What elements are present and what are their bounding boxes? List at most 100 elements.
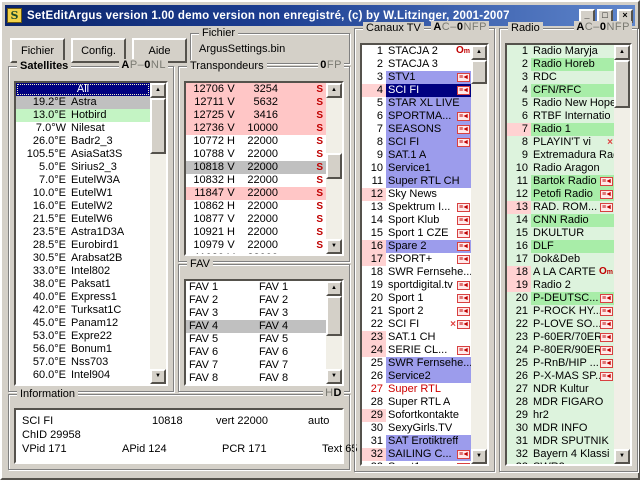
satellite-row[interactable]: 53.0°E Expre22 — [16, 330, 150, 343]
transponder-row[interactable]: 11847 V 22000 S — [186, 187, 326, 200]
scroll-up-icon[interactable]: ▲ — [614, 45, 630, 60]
radio-channel-row[interactable]: 7 Radio 1 — [507, 123, 614, 136]
fav-row[interactable]: FAV 3 FAV 3 — [186, 307, 326, 320]
tv-channel-row[interactable]: 29 Sofortkontakte — [362, 409, 471, 422]
fav-row[interactable]: FAV 6 FAV 6 — [186, 346, 326, 359]
radio-channel-row[interactable]: 2 Radio Horeb — [507, 58, 614, 71]
scroll-up-icon[interactable]: ▲ — [326, 83, 342, 98]
transponder-row[interactable]: 10862 H 22000 S — [186, 200, 326, 213]
fav-scrollbar[interactable]: ▲ ▼ — [326, 281, 342, 384]
satellite-row[interactable]: 105.5°E AsiaSat3S — [16, 148, 150, 161]
satellite-row[interactable]: 16.0°E EutelW2 — [16, 200, 150, 213]
satellite-row[interactable]: 13.0°E Hotbird — [16, 109, 150, 122]
radio-channel-row[interactable]: 25 P-RnB/HIP ... ≡◄ — [507, 357, 614, 370]
transponder-row[interactable]: 10877 V 22000 S — [186, 213, 326, 226]
tv-channel-row[interactable]: 21 Sport 2 ≡◄ — [362, 305, 471, 318]
radio-channel-row[interactable]: 21 P-ROCK HY... ≡◄ — [507, 305, 614, 318]
tv-channel-row[interactable]: 13 Spektrum I... ≡◄ — [362, 201, 471, 214]
transponders-scrollbar[interactable]: ▲ ▼ — [326, 83, 342, 254]
tv-channel-row[interactable]: 12 Sky News — [362, 188, 471, 201]
tv-channel-row[interactable]: 17 SPORT+ ≡◄ — [362, 253, 471, 266]
scrollbar-thumb[interactable] — [614, 60, 630, 108]
radio-channel-row[interactable]: 6 RTBF Internatio — [507, 110, 614, 123]
radio-channel-row[interactable]: 17 Dok&Deb — [507, 253, 614, 266]
satellites-scrollbar[interactable]: ▲ ▼ — [150, 83, 166, 384]
tv-channel-row[interactable]: 4 SCI FI ≡◄ — [362, 84, 471, 97]
satellite-row[interactable]: All — [16, 83, 150, 96]
satellite-row[interactable]: 57.0°E Nss703 — [16, 356, 150, 369]
transponder-row[interactable]: 10788 V 22000 S — [186, 148, 326, 161]
radio-channel-row[interactable]: 22 P-LOVE SO... ≡◄ — [507, 318, 614, 331]
transponder-row[interactable]: 10832 H 22000 S — [186, 174, 326, 187]
scrollbar-thumb[interactable] — [326, 153, 342, 179]
radio-channel-row[interactable]: 4 CFN/RFC — [507, 84, 614, 97]
scrollbar-thumb[interactable] — [471, 60, 487, 84]
scroll-down-icon[interactable]: ▼ — [326, 369, 342, 384]
radio-channel-row[interactable]: 16 DLF — [507, 240, 614, 253]
transponder-row[interactable]: 10772 H 22000 S — [186, 135, 326, 148]
satellite-row[interactable]: 28.5°E Eurobird1 — [16, 239, 150, 252]
tv-channel-row[interactable]: 10 Service1 — [362, 162, 471, 175]
tv-channel-row[interactable]: 20 Sport 1 ≡◄ — [362, 292, 471, 305]
scroll-up-icon[interactable]: ▲ — [150, 83, 166, 98]
tv-channel-row[interactable]: 25 SWR Fernsehe... — [362, 357, 471, 370]
radio-channel-row[interactable]: 23 P-60ER/70ER ≡◄ — [507, 331, 614, 344]
scrollbar-thumb[interactable] — [326, 296, 342, 336]
tv-channel-row[interactable]: 9 SAT.1 A — [362, 149, 471, 162]
tv-channel-row[interactable]: 19 sportdigital.tv ≡◄ — [362, 279, 471, 292]
tv-scrollbar[interactable]: ▲ ▼ — [471, 45, 487, 464]
fav-row[interactable]: FAV 1 FAV 1 — [186, 281, 326, 294]
transponder-row[interactable]: 10921 H 22000 S — [186, 226, 326, 239]
tv-channel-row[interactable]: 14 Sport Klub ≡◄ — [362, 214, 471, 227]
tv-channel-row[interactable]: 8 SCI FI ≡◄ — [362, 136, 471, 149]
satellite-row[interactable]: 45.0°E Panam12 — [16, 317, 150, 330]
tv-channel-row[interactable]: 23 SAT.1 CH — [362, 331, 471, 344]
tv-channel-row[interactable]: 5 STAR XL LIVE — [362, 97, 471, 110]
tv-channel-row[interactable]: 31 SAT Erotiktreff — [362, 435, 471, 448]
satellite-row[interactable]: 33.0°E Intel802 — [16, 265, 150, 278]
scroll-up-icon[interactable]: ▲ — [326, 281, 342, 296]
tv-channel-row[interactable]: 30 SexyGirls.TV — [362, 422, 471, 435]
radio-channel-row[interactable]: 10 Radio Aragon — [507, 162, 614, 175]
radio-channel-row[interactable]: 33SWR2 — [507, 461, 614, 464]
tv-channel-row[interactable]: 32 SAILING C... ≡◄ — [362, 448, 471, 461]
fav-row[interactable]: FAV 8 FAV 8 — [186, 372, 326, 384]
scroll-down-icon[interactable]: ▼ — [614, 449, 630, 464]
tv-channel-row[interactable]: 15 Sport 1 CZE ≡◄ — [362, 227, 471, 240]
transponder-row[interactable]: 12711 V 5632 S — [186, 96, 326, 109]
satellite-row[interactable]: 60.0°E Intel904 — [16, 369, 150, 382]
fav-row[interactable]: FAV 7 FAV 7 — [186, 359, 326, 372]
radio-channel-row[interactable]: 8 PLAYIN'T vi × — [507, 136, 614, 149]
fav-row[interactable]: FAV 4 FAV 4 — [186, 320, 326, 333]
radio-scrollbar[interactable]: ▲ ▼ — [614, 45, 630, 464]
radio-channel-row[interactable]: 5 Radio New Hope — [507, 97, 614, 110]
satellite-row[interactable]: 7.0°E EutelW3A — [16, 174, 150, 187]
fav-row[interactable]: FAV 5 FAV 5 — [186, 333, 326, 346]
satellite-row[interactable]: 5.0°E Sirius2_3 — [16, 161, 150, 174]
radio-channel-row[interactable]: 14 CNN Radio — [507, 214, 614, 227]
radio-channel-row[interactable]: 24 P-80ER/90ER ≡◄ — [507, 344, 614, 357]
fav-row[interactable]: FAV 2 FAV 2 — [186, 294, 326, 307]
tv-channel-row[interactable]: 18 SWR Fernsehe... — [362, 266, 471, 279]
satellite-row[interactable]: 19.2°E Astra — [16, 96, 150, 109]
tv-channel-row[interactable]: 3 STV1 ≡◄ — [362, 71, 471, 84]
scroll-down-icon[interactable]: ▼ — [471, 449, 487, 464]
tv-channel-row[interactable]: 22 SCI FI × ≡◄ — [362, 318, 471, 331]
tv-channel-row[interactable]: 24 SERIE CL... ≡◄ — [362, 344, 471, 357]
satellite-row[interactable]: 30.5°E Arabsat2B — [16, 252, 150, 265]
radio-channel-row[interactable]: 28 MDR FIGARO — [507, 396, 614, 409]
tv-channel-row[interactable]: 7 SEASONS ≡◄ — [362, 123, 471, 136]
radio-channel-row[interactable]: 9 Extremadura Rad — [507, 149, 614, 162]
radio-channel-row[interactable]: 11 Bartok Radio ≡◄ — [507, 175, 614, 188]
tv-channel-row[interactable]: 27 Super RTL — [362, 383, 471, 396]
radio-channel-row[interactable]: 12 Petofi Radio ≡◄ — [507, 188, 614, 201]
transponder-row[interactable]: 11020V22000 S — [186, 252, 326, 254]
tv-channel-row[interactable]: 2 STACJA 3 — [362, 58, 471, 71]
radio-channel-row[interactable]: 29 hr2 — [507, 409, 614, 422]
scrollbar-thumb[interactable] — [150, 98, 166, 154]
satellite-row[interactable]: 26.0°E Badr2_3 — [16, 135, 150, 148]
satellite-row[interactable]: 56.0°E Bonum1 — [16, 343, 150, 356]
satellite-row[interactable]: 40.0°E Express1 — [16, 291, 150, 304]
tv-channel-row[interactable]: 6 SPORTMA... ≡◄ — [362, 110, 471, 123]
tv-channel-row[interactable]: 33Sport1 ≡◄ — [362, 461, 471, 464]
